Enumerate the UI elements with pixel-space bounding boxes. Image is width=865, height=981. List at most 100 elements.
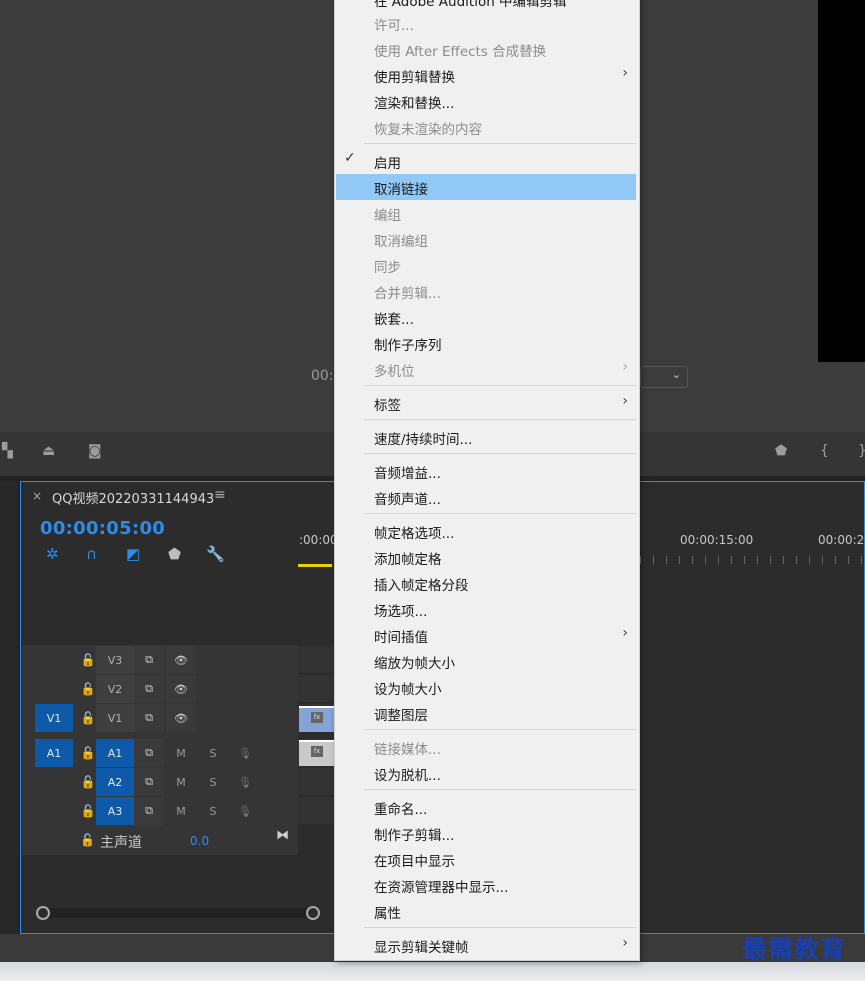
menu-item[interactable]: 设为脱机... bbox=[336, 760, 636, 786]
menu-item[interactable]: 制作子剪辑... bbox=[336, 820, 636, 846]
menu-item[interactable]: 属性 bbox=[336, 898, 636, 924]
ruler-label: 00:00:20 bbox=[818, 533, 865, 547]
sync-lock-icon[interactable]: ⧉ bbox=[134, 797, 164, 825]
lock-icon[interactable]: 🔓 bbox=[78, 768, 98, 796]
menu-item[interactable]: 时间插值 › bbox=[336, 622, 636, 648]
menu-item[interactable]: 重命名... bbox=[336, 794, 636, 820]
track-target-v3[interactable]: V3 bbox=[96, 646, 134, 674]
overwrite-icon[interactable]: ▚ bbox=[2, 443, 13, 459]
menu-item[interactable]: 制作子序列 bbox=[336, 330, 636, 356]
menu-item[interactable]: 显示剪辑关键帧 › bbox=[336, 932, 636, 958]
ruler-label: :00:00 bbox=[299, 533, 338, 547]
sync-lock-icon[interactable]: ⧉ bbox=[134, 646, 164, 674]
menu-item[interactable]: 速度/持续时间... bbox=[336, 424, 636, 450]
track-target-v1[interactable]: V1 bbox=[96, 704, 134, 732]
track-target-a3[interactable]: A3 bbox=[96, 797, 134, 825]
menu-item[interactable]: 帧定格选项... bbox=[336, 518, 636, 544]
sync-lock-icon[interactable]: ⧉ bbox=[134, 704, 164, 732]
menu-item[interactable]: 渲染和替换... bbox=[336, 88, 636, 114]
track-lane-a3[interactable] bbox=[298, 797, 334, 825]
menu-item[interactable]: 嵌套... bbox=[336, 304, 636, 330]
lift-icon[interactable]: ⏏ bbox=[42, 443, 55, 459]
menu-item[interactable]: 取消链接 bbox=[336, 174, 636, 200]
close-tab-button[interactable]: × bbox=[32, 489, 42, 503]
source-patch-v1[interactable]: V1 bbox=[35, 704, 73, 732]
menu-item[interactable]: 在项目中显示 bbox=[336, 846, 636, 872]
nest-toggle-icon[interactable]: ✲ bbox=[46, 545, 59, 563]
microphone-icon[interactable]: 🎙 bbox=[234, 739, 256, 767]
menu-item[interactable]: 场选项... bbox=[336, 596, 636, 622]
lock-icon[interactable]: 🔓 bbox=[78, 704, 98, 732]
master-volume-value[interactable]: 0.0 bbox=[190, 834, 209, 848]
marker-icon[interactable]: ⬟ bbox=[775, 443, 787, 459]
menu-item-label: 编组 bbox=[374, 208, 401, 224]
menu-item: 取消编组 bbox=[336, 226, 636, 252]
track-target-a2[interactable]: A2 bbox=[96, 768, 134, 796]
microphone-icon[interactable]: 🎙 bbox=[234, 797, 256, 825]
menu-item-label: 在资源管理器中显示... bbox=[374, 880, 509, 896]
track-row-a2: 🔓 A2 ⧉ M S 🎙 bbox=[22, 768, 298, 796]
menu-item-label: 多机位 bbox=[374, 364, 415, 380]
chevron-down-icon: ⌄ bbox=[671, 368, 681, 381]
mark-out-icon[interactable]: } bbox=[858, 443, 865, 459]
eye-icon[interactable]: 👁 bbox=[166, 675, 196, 703]
menu-item[interactable]: 使用剪辑替换 › bbox=[336, 62, 636, 88]
mark-in-icon[interactable]: { bbox=[820, 443, 829, 459]
menu-item[interactable]: 在资源管理器中显示... bbox=[336, 872, 636, 898]
source-patch-a1[interactable]: A1 bbox=[35, 739, 73, 767]
lock-icon[interactable]: 🔓 bbox=[80, 833, 95, 847]
menu-item-label: 场选项... bbox=[374, 604, 428, 620]
menu-item[interactable]: ✓ 启用 bbox=[336, 148, 636, 174]
menu-item[interactable]: 插入帧定格分段 bbox=[336, 570, 636, 596]
video-clip[interactable]: fx bbox=[299, 706, 334, 732]
menu-item-label: 缩放为帧大小 bbox=[374, 656, 455, 672]
go-to-end-icon[interactable]: ⧓ bbox=[276, 828, 289, 843]
add-marker-icon[interactable]: ⬟ bbox=[168, 545, 181, 563]
microphone-icon[interactable]: 🎙 bbox=[234, 768, 256, 796]
sync-lock-icon[interactable]: ⧉ bbox=[134, 768, 164, 796]
menu-item[interactable]: 标签 › bbox=[336, 390, 636, 416]
audio-clip[interactable]: fx bbox=[299, 740, 334, 766]
monitor-timecode[interactable]: 00: bbox=[311, 368, 334, 384]
sync-lock-icon[interactable]: ⧉ bbox=[134, 675, 164, 703]
sync-lock-icon[interactable]: ⧉ bbox=[134, 739, 164, 767]
sequence-tab-title[interactable]: QQ视频20220331144943 bbox=[52, 488, 214, 507]
mute-button[interactable]: M bbox=[170, 797, 192, 825]
playhead-timecode[interactable]: 00:00:05:00 bbox=[40, 518, 165, 539]
eye-icon[interactable]: 👁 bbox=[166, 646, 196, 674]
eye-icon[interactable]: 👁 bbox=[166, 704, 196, 732]
menu-item-label: 音频声道... bbox=[374, 492, 441, 508]
lock-icon[interactable]: 🔓 bbox=[78, 797, 98, 825]
track-lane-v2[interactable] bbox=[298, 675, 334, 703]
solo-button[interactable]: S bbox=[202, 797, 224, 825]
menu-item[interactable]: 音频声道... bbox=[336, 484, 636, 510]
mute-button[interactable]: M bbox=[170, 768, 192, 796]
horizontal-scrollbar[interactable] bbox=[40, 908, 312, 918]
snap-magnet-icon[interactable]: ∩ bbox=[86, 545, 97, 563]
menu-item[interactable]: 调整图层 bbox=[336, 700, 636, 726]
menu-item[interactable]: 音频增益... bbox=[336, 458, 636, 484]
menu-item[interactable]: 设为帧大小 bbox=[336, 674, 636, 700]
mute-button[interactable]: M bbox=[170, 739, 192, 767]
track-target-v2[interactable]: V2 bbox=[96, 675, 134, 703]
menu-item[interactable]: 添加帧定格 bbox=[336, 544, 636, 570]
scrollbar-handle-left[interactable] bbox=[36, 906, 50, 920]
lock-icon[interactable]: 🔓 bbox=[78, 675, 98, 703]
menu-item[interactable]: 缩放为帧大小 bbox=[336, 648, 636, 674]
track-target-a1[interactable]: A1 bbox=[96, 739, 134, 767]
track-lane-v3[interactable] bbox=[298, 646, 334, 674]
menu-separator bbox=[364, 419, 636, 420]
panel-menu-icon[interactable]: ≡ bbox=[214, 487, 226, 503]
solo-button[interactable]: S bbox=[202, 739, 224, 767]
lock-icon[interactable]: 🔓 bbox=[78, 646, 98, 674]
camera-icon[interactable]: ◙ bbox=[88, 443, 102, 459]
wrench-settings-icon[interactable]: 🔧 bbox=[206, 545, 225, 563]
solo-button[interactable]: S bbox=[202, 768, 224, 796]
resolution-dropdown[interactable]: ⌄ bbox=[640, 366, 688, 388]
track-lane-a2[interactable] bbox=[298, 768, 334, 796]
scrollbar-handle-right[interactable] bbox=[306, 906, 320, 920]
lock-icon[interactable]: 🔓 bbox=[78, 739, 98, 767]
linked-selection-icon[interactable]: ◩ bbox=[126, 545, 140, 563]
menu-item-label: 恢复未渲染的内容 bbox=[374, 122, 482, 138]
work-area-bar[interactable] bbox=[298, 564, 332, 567]
